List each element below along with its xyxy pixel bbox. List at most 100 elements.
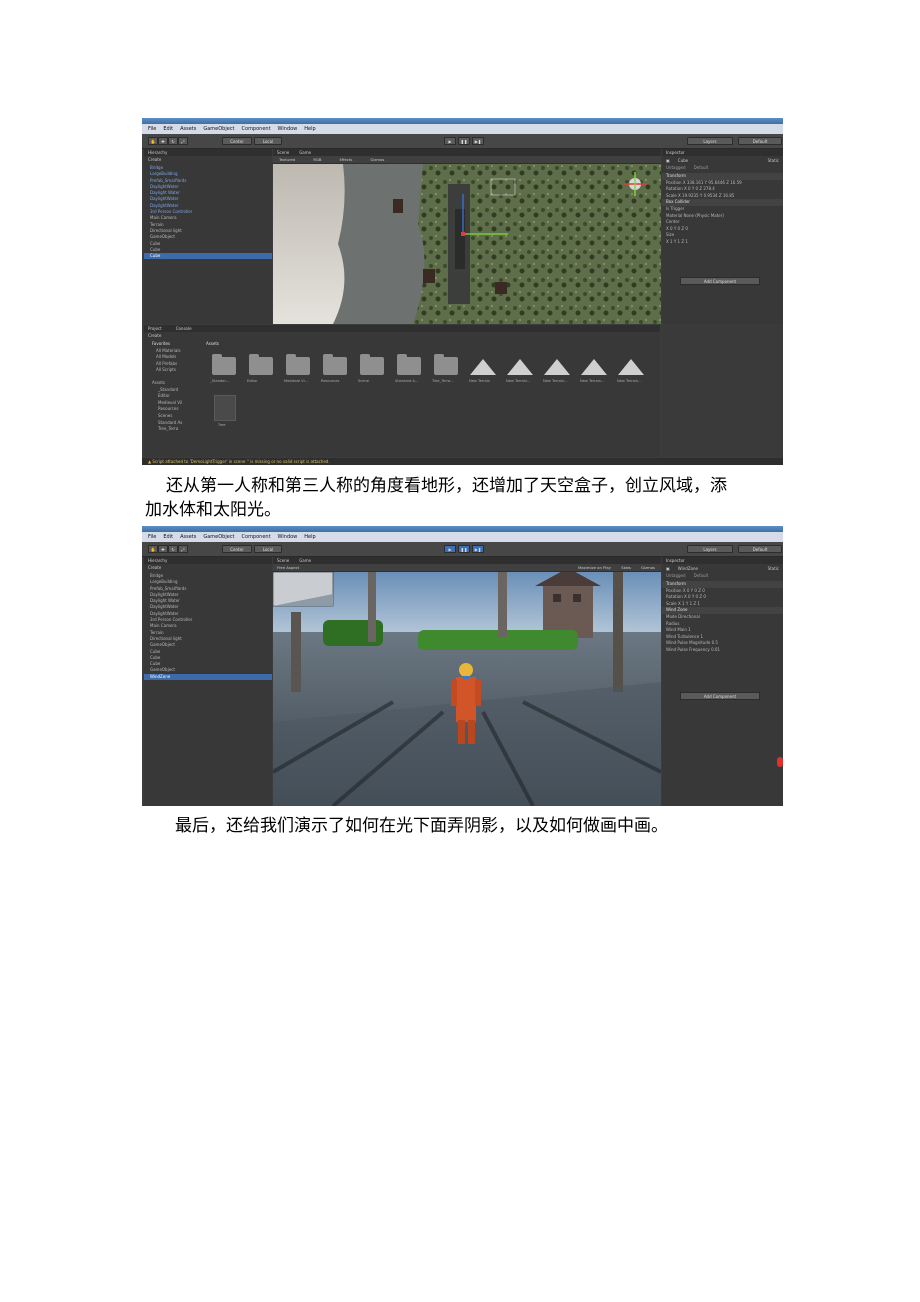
render-mode-dropdown[interactable]: RGB bbox=[313, 156, 321, 163]
inspector-property-row[interactable]: Wind Main 1 bbox=[662, 627, 783, 634]
terrain-asset-icon[interactable] bbox=[544, 359, 570, 375]
layer-dropdown[interactable]: Default bbox=[694, 572, 709, 579]
terrain-asset-icon[interactable] bbox=[507, 359, 533, 375]
effects-dropdown[interactable]: Effects bbox=[340, 156, 353, 163]
folder-icon[interactable] bbox=[434, 354, 458, 375]
gizmos-dropdown[interactable]: Gizmos bbox=[370, 156, 384, 163]
inspector-property-row[interactable]: X 0 Y 0 Z 0 bbox=[662, 226, 783, 233]
project-create-dropdown[interactable]: Create bbox=[148, 333, 161, 338]
tab-scene[interactable]: Scene bbox=[277, 149, 289, 156]
gizmos-toggle[interactable]: Gizmos bbox=[641, 564, 655, 571]
pivot-toggle[interactable]: Center bbox=[222, 137, 252, 145]
inspector-property-row[interactable]: Size bbox=[662, 232, 783, 239]
menu-gameobject[interactable]: GameObject bbox=[203, 534, 234, 540]
scale-tool-button[interactable]: ⤢ bbox=[178, 137, 188, 145]
menu-file[interactable]: File bbox=[148, 126, 156, 132]
menu-edit[interactable]: Edit bbox=[163, 534, 173, 540]
hand-tool-button[interactable]: ✋ bbox=[148, 545, 158, 553]
hierarchy-item[interactable]: Cube bbox=[144, 253, 272, 260]
inspector-property-row[interactable]: Scale X 19.9235 Y 0.9534 Z 16.85 bbox=[662, 193, 783, 200]
menu-window[interactable]: Window bbox=[278, 534, 298, 540]
asset-tree-folder[interactable]: Tree_Terra bbox=[148, 426, 203, 433]
inspector-property-row[interactable]: Position X 338.161 Y 95.6446 Z 16.59 bbox=[662, 180, 783, 187]
scale-tool-button[interactable]: ⤢ bbox=[178, 545, 188, 553]
game-viewport[interactable] bbox=[273, 572, 661, 806]
asset-tree-folder[interactable]: Editor bbox=[148, 393, 203, 400]
folder-icon[interactable] bbox=[397, 354, 421, 375]
favorite-item[interactable]: All Scripts bbox=[148, 367, 203, 374]
layout-dropdown[interactable]: Default bbox=[738, 137, 782, 145]
inspector-tab[interactable]: Inspector bbox=[662, 149, 783, 156]
menu-window[interactable]: Window bbox=[278, 126, 298, 132]
hierarchy-tab[interactable]: Hierarchy bbox=[144, 149, 272, 156]
tab-scene[interactable]: Scene bbox=[277, 557, 289, 564]
component-header[interactable]: Wind Zone bbox=[662, 607, 783, 614]
hierarchy-create-dropdown[interactable]: Create bbox=[144, 156, 272, 163]
folder-icon[interactable] bbox=[360, 354, 384, 375]
menu-assets[interactable]: Assets bbox=[180, 126, 196, 132]
inspector-property-row[interactable]: X 1 Y 1 Z 1 bbox=[662, 239, 783, 246]
folder-icon[interactable] bbox=[212, 354, 236, 375]
tag-dropdown[interactable]: Untagged bbox=[666, 572, 686, 579]
maximize-on-play-toggle[interactable]: Maximize on Play bbox=[578, 564, 611, 571]
inspector-property-row[interactable]: Center bbox=[662, 219, 783, 226]
scene-viewport[interactable] bbox=[273, 164, 661, 324]
aspect-dropdown[interactable]: Free Aspect bbox=[277, 565, 299, 570]
play-button[interactable]: ▶ bbox=[444, 545, 456, 553]
assets-breadcrumb[interactable]: Assets bbox=[206, 341, 219, 346]
component-header[interactable]: Transform bbox=[662, 581, 783, 588]
favorites-header[interactable]: Favorites bbox=[148, 341, 203, 348]
terrain-asset-icon[interactable] bbox=[470, 359, 496, 375]
menu-help[interactable]: Help bbox=[304, 126, 315, 132]
add-component-button[interactable]: Add Component bbox=[680, 277, 760, 285]
asset-tree-folder[interactable]: Scenes bbox=[148, 413, 203, 420]
tab-game[interactable]: Game bbox=[299, 149, 311, 156]
layers-dropdown[interactable]: Layers bbox=[687, 545, 733, 553]
rotate-tool-button[interactable]: ↻ bbox=[168, 137, 178, 145]
pivot-toggle[interactable]: Center bbox=[222, 545, 252, 553]
asset-tree-folder[interactable]: Standard As bbox=[148, 420, 203, 427]
inspector-property-row[interactable]: Wind Turbulence 1 bbox=[662, 634, 783, 641]
hand-tool-button[interactable]: ✋ bbox=[148, 137, 158, 145]
static-checkbox[interactable]: Static bbox=[768, 565, 779, 572]
pause-button[interactable]: ❚❚ bbox=[458, 545, 470, 553]
object-name-field[interactable]: Cube bbox=[678, 157, 688, 164]
menu-component[interactable]: Component bbox=[242, 534, 271, 540]
asset-tree-folder[interactable]: _Standard bbox=[148, 387, 203, 394]
inspector-property-row[interactable]: Wind Pulse Frequency 0.01 bbox=[662, 647, 783, 654]
folder-icon[interactable] bbox=[249, 354, 273, 375]
move-tool-button[interactable]: ✚ bbox=[158, 137, 168, 145]
move-tool-button[interactable]: ✚ bbox=[158, 545, 168, 553]
layer-dropdown[interactable]: Default bbox=[694, 164, 709, 171]
tab-game[interactable]: Game bbox=[299, 557, 311, 564]
inspector-property-row[interactable]: Material None (Physic Mater) bbox=[662, 213, 783, 220]
folder-icon[interactable] bbox=[323, 354, 347, 375]
inspector-property-row[interactable]: Is Trigger bbox=[662, 206, 783, 213]
assets-root-folder[interactable]: Assets bbox=[148, 380, 203, 387]
inspector-property-row[interactable]: Position X 0 Y 0 Z 0 bbox=[662, 588, 783, 595]
inspector-property-row[interactable]: Rotation X 0 Y 0 Z 0 bbox=[662, 594, 783, 601]
terrain-asset-icon[interactable] bbox=[581, 359, 607, 375]
step-button[interactable]: ▶❚ bbox=[472, 137, 484, 145]
hierarchy-item[interactable]: WindZone bbox=[144, 673, 272, 681]
menu-component[interactable]: Component bbox=[242, 126, 271, 132]
folder-icon[interactable] bbox=[286, 354, 310, 375]
play-button[interactable]: ▶ bbox=[444, 137, 456, 145]
favorite-item[interactable]: All Prefabs bbox=[148, 361, 203, 368]
menu-help[interactable]: Help bbox=[304, 534, 315, 540]
inspector-property-row[interactable]: Scale X 1 Y 1 Z 1 bbox=[662, 601, 783, 608]
tag-dropdown[interactable]: Untagged bbox=[666, 164, 686, 171]
tab-console[interactable]: Console bbox=[176, 325, 192, 332]
tree-asset-icon[interactable] bbox=[214, 395, 236, 421]
asset-tree-folder[interactable]: Resources bbox=[148, 406, 203, 413]
hierarchy-tab[interactable]: Hierarchy bbox=[144, 557, 272, 564]
terrain-asset-icon[interactable] bbox=[618, 359, 644, 375]
inspector-property-row[interactable]: Wind Pulse Magnitude 0.5 bbox=[662, 640, 783, 647]
space-toggle[interactable]: Local bbox=[254, 545, 282, 553]
shading-dropdown[interactable]: Textured bbox=[279, 156, 295, 163]
inspector-property-row[interactable]: Rotation X 0 Y 0 Z 278.4 bbox=[662, 186, 783, 193]
object-name-field[interactable]: WindZone bbox=[678, 565, 698, 572]
layers-dropdown[interactable]: Layers bbox=[687, 137, 733, 145]
static-checkbox[interactable]: Static bbox=[768, 157, 779, 164]
stats-toggle[interactable]: Stats bbox=[621, 564, 631, 571]
